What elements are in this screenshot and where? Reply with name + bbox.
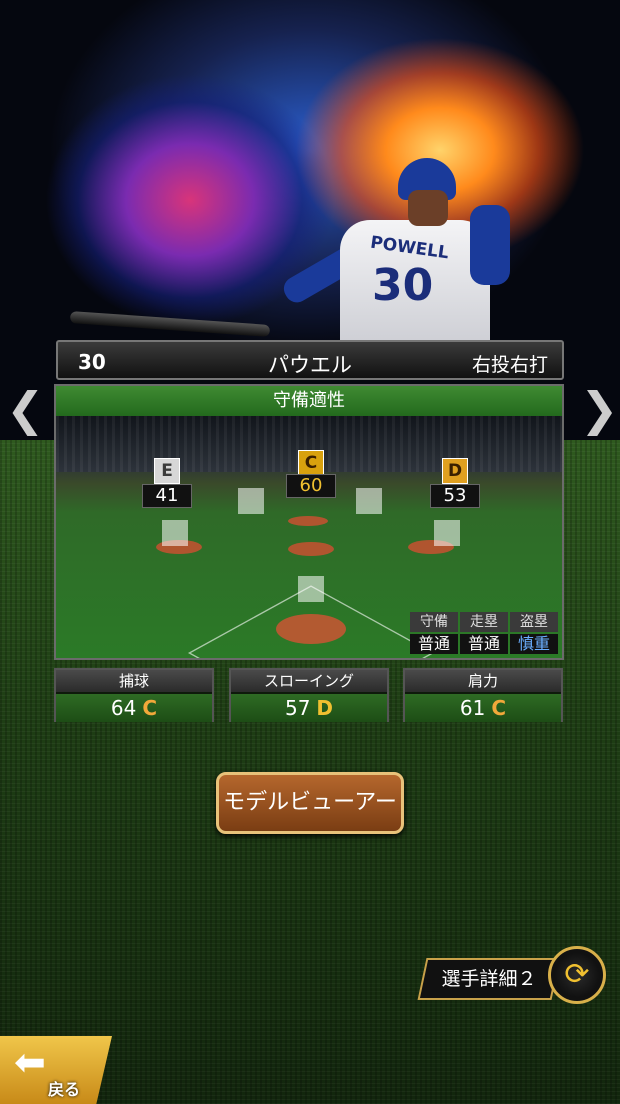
mini-header-defense: 守備	[410, 612, 458, 632]
right-field-grade: D	[442, 458, 468, 484]
stat-value: 57	[284, 696, 311, 720]
mini-value-running: 普通	[460, 634, 508, 654]
stat-grade: C	[142, 696, 158, 720]
stat-value-row: 57 D	[231, 694, 387, 722]
center-field-value: 60	[286, 474, 336, 498]
player-detail-2-label: 選手詳細２	[441, 968, 537, 990]
home-plate	[276, 614, 346, 644]
mini-value-steal: 慎重	[510, 634, 558, 654]
left-field-value: 41	[142, 484, 192, 508]
position-marker-3b[interactable]	[162, 520, 188, 546]
stat-label: 肩力	[405, 670, 561, 692]
stat-throwing: スローイング 57 D	[229, 668, 389, 722]
stat-value: 61	[459, 696, 486, 720]
stat-value-row: 61 C	[405, 694, 561, 722]
player-right-arm	[470, 205, 510, 285]
model-viewer-button[interactable]: モデルビューアー	[216, 772, 404, 834]
prev-player-arrow-icon[interactable]: ❮	[6, 382, 45, 436]
ability-mini-table: 守備 走塁 盗塁 普通 普通 慎重	[410, 612, 558, 656]
pitcher-mound	[288, 542, 334, 556]
left-field-grade: E	[154, 458, 180, 484]
stat-label: スローイング	[231, 670, 387, 692]
stat-value-row: 64 C	[56, 694, 212, 722]
position-marker-ss[interactable]	[238, 488, 264, 514]
back-label: 戻る	[48, 1080, 81, 1099]
swap-icon[interactable]: ⟳	[548, 946, 606, 1004]
stat-value: 64	[110, 696, 137, 720]
position-marker-2b[interactable]	[356, 488, 382, 514]
right-field-value: 53	[430, 484, 480, 508]
stat-arm-strength: 肩力 61 C	[403, 668, 563, 722]
second-base-dirt	[288, 516, 328, 526]
back-arrow-icon: ⬅	[14, 1040, 46, 1084]
stat-grade: C	[491, 696, 507, 720]
player-header-bar: 30 パウエル 右投右打	[56, 340, 564, 380]
back-button[interactable]: ⬅ 戻る	[0, 1036, 112, 1104]
jersey-number: 30	[372, 260, 434, 311]
defense-title: 守備適性	[56, 386, 562, 416]
player-detail-2-button[interactable]: 選手詳細２	[417, 958, 561, 1000]
center-field-grade: C	[298, 450, 324, 476]
position-marker-c[interactable]	[298, 576, 324, 602]
throw-bat-hand: 右投右打	[471, 354, 548, 376]
next-player-arrow-icon[interactable]: ❯	[580, 382, 619, 436]
position-marker-1b[interactable]	[434, 520, 460, 546]
mini-value-defense: 普通	[410, 634, 458, 654]
mini-header-running: 走塁	[460, 612, 508, 632]
stat-grade: D	[316, 696, 334, 720]
mini-header-steal: 盗塁	[510, 612, 558, 632]
player-illustration: POWELL 30	[279, 150, 520, 340]
stat-catching: 捕球 64 C	[54, 668, 214, 722]
stadium-diagram: E 41 C 60 D 53 守備 走塁 盗塁 普通 普通 慎重	[56, 416, 562, 658]
stat-label: 捕球	[56, 670, 212, 692]
defense-panel: 守備適性 E 41 C 60 D 53 守備 走塁 盗塁 普通 普通 慎重	[54, 384, 564, 660]
player-face	[408, 190, 448, 226]
